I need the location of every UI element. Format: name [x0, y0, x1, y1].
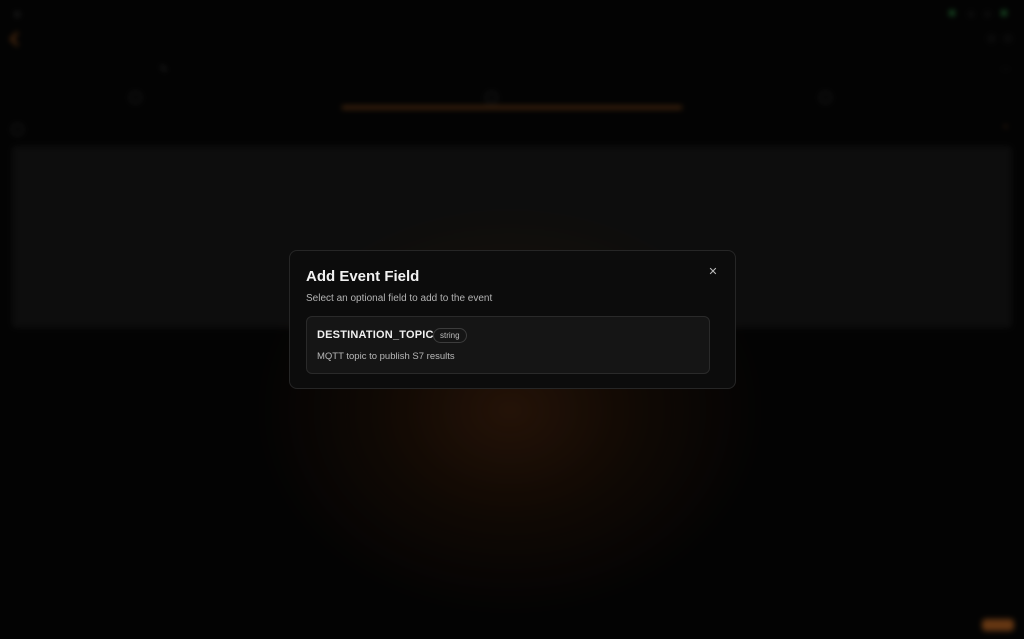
- field-description: MQTT topic to publish S7 results: [317, 351, 455, 362]
- field-option-destination-topic[interactable]: DESTINATION_TOPIC string MQTT topic to p…: [306, 316, 710, 374]
- field-name: DESTINATION_TOPIC: [317, 329, 434, 341]
- add-event-field-dialog: Add Event Field Select an optional field…: [289, 250, 736, 389]
- field-type-badge: string: [433, 328, 467, 343]
- close-icon[interactable]: ✕: [706, 265, 720, 279]
- dialog-subtitle: Select an optional field to add to the e…: [306, 293, 493, 304]
- dialog-title: Add Event Field: [306, 268, 420, 285]
